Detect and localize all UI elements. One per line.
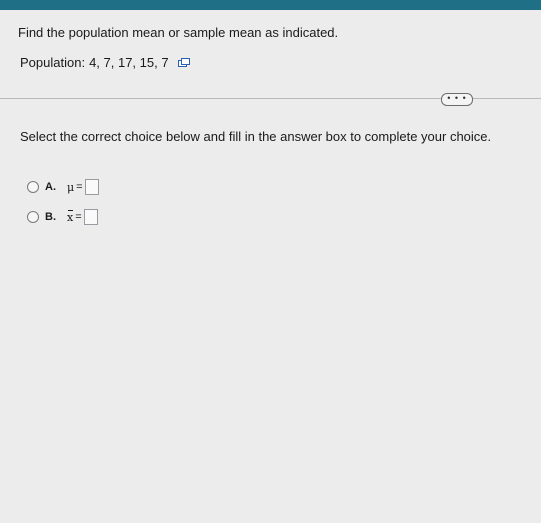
choice-b-letter: B. — [45, 211, 56, 223]
population-label: Population: — [20, 55, 86, 70]
mu-symbol: μ — [67, 180, 75, 194]
instruction-text: Select the correct choice below and fill… — [20, 129, 492, 144]
equals-sign: = — [75, 211, 82, 223]
copy-data-icon[interactable] — [177, 57, 190, 68]
choice-a-radio[interactable] — [27, 181, 39, 193]
choice-a[interactable]: A. μ = — [27, 179, 99, 195]
choice-b[interactable]: B. x = — [27, 209, 98, 225]
choice-b-answer-box[interactable] — [83, 209, 98, 225]
population-values: 4, 7, 17, 15, 7 — [89, 55, 169, 70]
more-options-button[interactable]: • • • — [441, 93, 473, 106]
population-row: Population: 4, 7, 17, 15, 7 — [20, 55, 190, 70]
choice-a-letter: A. — [45, 181, 56, 193]
choice-b-radio[interactable] — [27, 211, 39, 223]
choice-a-answer-box[interactable] — [84, 179, 99, 195]
equals-sign: = — [76, 181, 83, 193]
question-panel: Find the population mean or sample mean … — [0, 10, 541, 523]
x-bar-symbol: x — [67, 209, 74, 224]
question-prompt: Find the population mean or sample mean … — [18, 25, 339, 40]
top-bar — [0, 0, 541, 10]
